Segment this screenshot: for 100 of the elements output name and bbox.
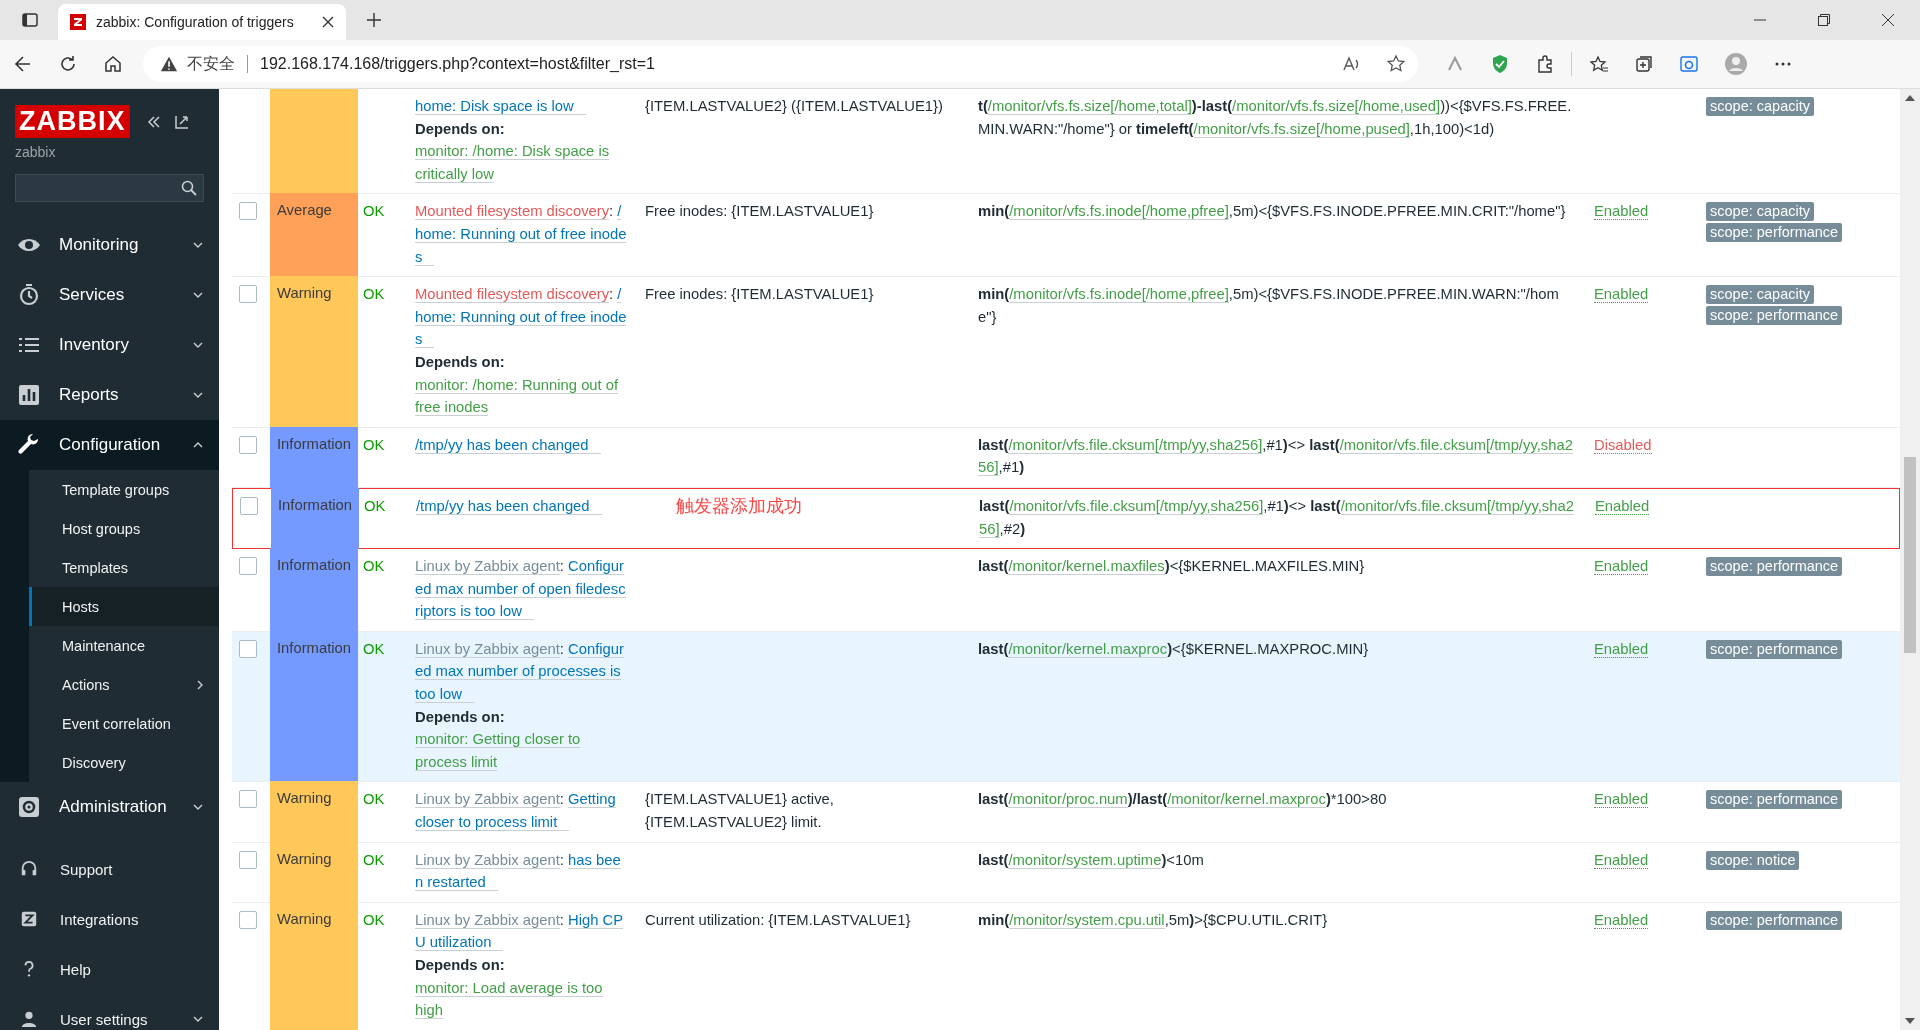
value-text: OK — [363, 911, 385, 928]
severity-cell: Warning — [270, 841, 358, 903]
ie-mode-icon[interactable] — [1679, 54, 1699, 74]
user-icon — [20, 1010, 38, 1028]
favorites-icon[interactable] — [1589, 54, 1609, 74]
tab-title: zabbix: Configuration of triggers — [96, 14, 295, 30]
row-checkbox[interactable] — [239, 639, 257, 658]
menu-item[interactable]: Administration — [0, 782, 219, 832]
submenu-item[interactable]: Hosts — [29, 587, 219, 626]
severity-cell: Information — [270, 630, 358, 783]
scroll-thumb[interactable] — [1904, 457, 1916, 653]
collapse-icon[interactable] — [145, 113, 162, 130]
menu-item[interactable]: Configuration — [0, 420, 219, 470]
menu-item[interactable]: Inventory — [0, 320, 219, 370]
close-icon[interactable] — [322, 16, 334, 28]
submenu-item[interactable]: Template groups — [29, 470, 219, 509]
back-icon[interactable] — [13, 54, 33, 74]
tag-label: scope: performance — [1706, 223, 1843, 243]
row-checkbox[interactable] — [239, 557, 257, 576]
zabbix-logo[interactable]: ZABBIX — [15, 105, 130, 138]
annotation-text: 触发器添加成功 — [676, 494, 803, 518]
trigger-expression: last(/monitor/kernel.maxproc)<{$KERNEL.MAXPROC.MIN} — [978, 639, 1370, 660]
trigger-name[interactable]: /tmp/yy has been changed — [415, 433, 627, 457]
scroll-down-icon[interactable] — [1905, 1018, 1915, 1024]
depends-label: Depends on: — [415, 707, 506, 727]
close-icon[interactable] — [1882, 14, 1894, 26]
menu-item[interactable]: Services — [0, 270, 219, 320]
trigger-name[interactable]: Linux by Zabbix agent: Getting closer to process limit — [415, 788, 627, 834]
submenu-item[interactable]: Templates — [29, 548, 219, 587]
severity-cell: Warning — [270, 781, 358, 843]
tag-label: scope: performance — [1706, 790, 1843, 810]
url-text: 192.168.174.168/triggers.php?context=host&filter_rst=1 — [260, 55, 655, 73]
depends-label: Depends on: — [415, 956, 506, 975]
chevron-icon — [193, 242, 203, 248]
zsquare-icon — [20, 910, 38, 928]
dependency-link[interactable]: monitor: /home: Disk space is critically low — [415, 140, 627, 186]
reload-icon[interactable] — [58, 54, 78, 74]
trigger-name[interactable]: Mounted filesystem discovery: /home: Running out of free inodes — [415, 200, 627, 269]
menu-item[interactable]: Integrations — [0, 894, 219, 944]
row-checkbox[interactable] — [239, 850, 257, 869]
chevron-icon — [193, 804, 203, 810]
shield-icon[interactable] — [1490, 54, 1510, 74]
description-text: {ITEM.LASTVALUE2} ({ITEM.LASTVALUE1}) — [645, 98, 943, 114]
zabbix-logo-icon — [70, 14, 86, 30]
value-text: OK — [363, 791, 385, 808]
menu-item[interactable]: User settings — [0, 994, 219, 1030]
row-checkbox[interactable] — [240, 496, 258, 515]
value-text: OK — [363, 851, 385, 868]
submenu-item[interactable]: Maintenance — [29, 626, 219, 665]
search-icon[interactable] — [181, 180, 197, 196]
trigger-expression: last(/monitor/vfs.file.cksum[/tmp/yy,sha256],#1)<> last(/monitor/vfs.file.cksum[/tmp/yy,sha256],#1) — [978, 435, 1574, 479]
trigger-expression: min(/monitor/vfs.fs.inode[/home,pfree],5m)<{$VFS.FS.INODE.PFREE.MIN.CRIT:"/home"} — [978, 202, 1567, 223]
trigger-expression: last(/monitor/proc.num)/last(/monitor/kernel.maxproc)*100>80 — [978, 790, 1388, 811]
scrollbar[interactable] — [1900, 89, 1920, 1030]
home-icon[interactable] — [103, 54, 123, 74]
trigger-expression: last(/monitor/vfs.file.cksum[/tmp/yy,sha256],#1)<> last(/monitor/vfs.file.cksum[/tmp/yy,sha256],#2) — [979, 496, 1575, 540]
address-bar[interactable]: 不安全 192.168.174.168/triggers.php?context=host&filter_rst=1 — [143, 46, 1418, 82]
row-checkbox[interactable] — [239, 202, 257, 221]
menu-item[interactable]: Support — [0, 844, 219, 894]
trigger-expression: min(/monitor/vfs.fs.inode[/home,pfree],5m)<{$VFS.FS.INODE.PFREE.MIN.WARN:"/home"} — [978, 285, 1560, 327]
row-checkbox[interactable] — [239, 910, 257, 929]
submenu-item[interactable]: Host groups — [29, 509, 219, 548]
puzzle-icon[interactable] — [1535, 54, 1555, 74]
trigger-name[interactable]: Mounted filesystem discovery: /home: Running out of free inodes — [415, 283, 627, 351]
chevron-icon — [193, 292, 203, 298]
trigger-name[interactable]: Linux by Zabbix agent: Configured max number of processes is too low — [415, 637, 627, 706]
depends-label: Depends on: — [415, 352, 506, 372]
status-link[interactable]: Disabled — [1594, 436, 1652, 454]
trigger-name[interactable]: home: Disk space is low — [415, 95, 627, 118]
favorite-add-icon[interactable] — [1386, 54, 1406, 74]
submenu-item[interactable]: Discovery — [29, 743, 219, 782]
trigger-name[interactable]: /tmp/yy has been changed — [416, 494, 628, 518]
trigger-name[interactable]: Linux by Zabbix agent: High CPU utilization — [415, 908, 627, 954]
dependency-link[interactable]: monitor: Load average is too high — [415, 976, 627, 1022]
menu-item[interactable]: Reports — [0, 370, 219, 420]
search-field[interactable] — [15, 174, 204, 202]
collections-icon[interactable] — [1634, 54, 1654, 74]
new-tab-icon[interactable] — [366, 12, 382, 28]
trigger-name[interactable]: Linux by Zabbix agent: Configured max number of open filedescriptors is too low — [415, 555, 627, 623]
restore-icon[interactable] — [1818, 14, 1830, 26]
menu-item[interactable]: Help — [0, 944, 219, 994]
tab-actions-icon[interactable] — [20, 10, 40, 30]
trigger-name[interactable]: Linux by Zabbix agent: has been restarted — [415, 848, 627, 894]
description-text: Current utilization: {ITEM.LASTVALUE1} — [645, 911, 911, 928]
submenu-item[interactable]: Actions — [29, 665, 219, 704]
row-checkbox[interactable] — [239, 790, 257, 809]
description-text: Free inodes: {ITEM.LASTVALUE1} — [645, 203, 874, 220]
kiosk-mode-icon[interactable] — [173, 113, 190, 130]
chevron-icon — [193, 392, 203, 398]
menu-item[interactable]: Monitoring — [0, 220, 219, 270]
value-text: OK — [363, 640, 385, 657]
submenu-item[interactable]: Event correlation — [29, 704, 219, 743]
scroll-up-icon[interactable] — [1905, 95, 1915, 101]
server-name: zabbix — [14, 143, 57, 162]
browser-tab[interactable]: zabbix: Configuration of triggers — [58, 4, 346, 40]
row-checkbox[interactable] — [239, 285, 257, 304]
row-checkbox[interactable] — [239, 435, 257, 454]
severity-cell: Information — [270, 548, 358, 632]
value-text: OK — [363, 436, 385, 453]
tag-label: scope: performance — [1706, 306, 1843, 326]
